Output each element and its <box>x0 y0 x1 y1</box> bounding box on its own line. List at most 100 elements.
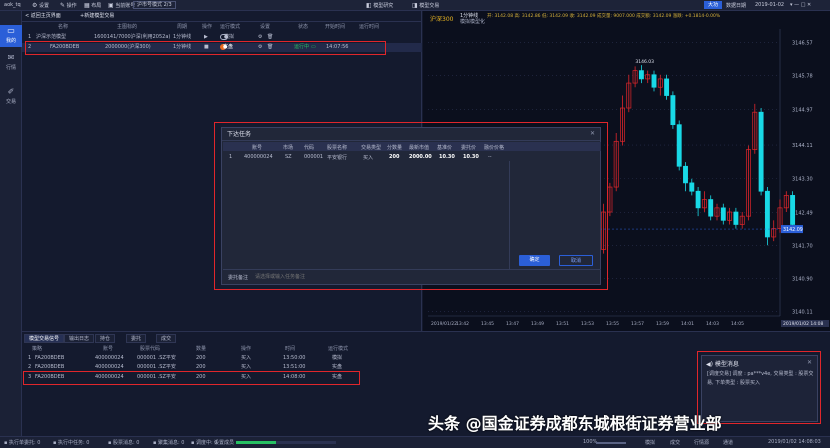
x-tick-label: 14:01 <box>681 321 694 327</box>
status-label: 股票消息: 0 <box>112 440 140 446</box>
status-clock: 2019/01/02 14:08:03 <box>768 439 821 445</box>
tab-signals[interactable]: 模型交易信号 <box>24 334 65 343</box>
candle-body <box>790 195 796 225</box>
y-tick-label: 3140.11 <box>792 309 813 315</box>
mode-select[interactable]: 沪市号模式 2/3 <box>133 1 176 9</box>
col-setting: 设置 <box>260 24 271 30</box>
edit-icon: ✎ <box>60 2 66 9</box>
tab-log[interactable]: 输出日志 <box>64 334 95 343</box>
nav-my[interactable]: ▭ 我的 <box>0 25 22 47</box>
layout-icon: ▦ <box>84 2 90 9</box>
status-market-source: 行情源 <box>694 440 710 446</box>
square-icon: ▪ <box>153 440 157 446</box>
highlight-box <box>25 41 386 55</box>
square-icon: ▪ <box>108 440 112 446</box>
window-controls[interactable]: ▾ — □ ✕ <box>790 2 811 8</box>
model-research-label: 模型研究 <box>373 3 394 9</box>
chart-icon: ✉ <box>7 53 15 62</box>
back-button[interactable]: < 返回主页界面 <box>25 12 61 21</box>
b-strategy: FA200BDEB <box>35 355 65 361</box>
col-mode: 运行模式 <box>220 24 241 30</box>
candle-body <box>670 95 676 126</box>
nav-my-label: 我的 <box>5 38 16 44</box>
col-name: 名称 <box>58 24 69 30</box>
x-tick-label: 13:55 <box>606 321 619 327</box>
operate-menu[interactable]: ✎ 操作 <box>60 2 77 9</box>
zoom-slider[interactable] <box>596 442 626 444</box>
trade-tab-icon: ◨ <box>412 2 418 9</box>
chart-ohlc-info: 开: 3142.08 高: 3142.86 低: 3142.09 收: 3142… <box>487 14 721 19</box>
col-status: 状态 <box>298 24 309 30</box>
x-tick-label: 13:51 <box>556 321 569 327</box>
dialog-highlight-box <box>214 122 608 290</box>
status-label: 执行中任务: 0 <box>57 440 90 446</box>
watermark-text: 头条 @国金证券成都东城根街证券营业部 <box>428 414 722 433</box>
x-tick-label: 13:42 <box>456 321 469 327</box>
status-item[interactable]: ▪ 执行单委托: 0 <box>4 439 40 446</box>
b-qty: 200 <box>196 355 206 361</box>
chart-sub: 模拟模型化 <box>460 19 486 25</box>
x-tick-label: 13:45 <box>481 321 494 327</box>
tab-orders[interactable]: 委托 <box>126 334 147 343</box>
settings-label: 设置 <box>38 3 49 9</box>
y-tick-label: 3144.97 <box>792 107 813 113</box>
peak-label: 3146.03 <box>635 59 654 65</box>
bcol-mode: 运行模式 <box>328 346 349 352</box>
settings-menu[interactable]: ⚙ 设置 <box>32 2 49 9</box>
layout-menu[interactable]: ▦ 布局 <box>84 2 101 9</box>
col-op: 操作 <box>202 24 213 30</box>
status-item[interactable]: ▪ 聚集消息: 0 <box>153 439 184 446</box>
y-tick-label: 3144.11 <box>792 143 813 149</box>
x-tick-label: 14:05 <box>731 321 744 327</box>
nav-trade[interactable]: ✐ 交易 <box>0 86 22 108</box>
candle-body <box>764 190 770 238</box>
candle-body <box>733 211 739 225</box>
y-tick-label: 3143.30 <box>792 177 813 183</box>
status-item[interactable]: ▪ 股票消息: 0 <box>108 439 139 446</box>
nav-trade-label: 交易 <box>5 99 16 105</box>
new-model-button[interactable]: +新建模型交易 <box>80 12 114 21</box>
x-tick-label: 13:47 <box>506 321 519 327</box>
status-mode: 模拟 <box>645 440 656 446</box>
tab-deals[interactable]: 成交 <box>156 334 177 343</box>
model-trade-tab[interactable]: ◨ 模型交易 <box>412 2 439 9</box>
x-tick-label: 13:59 <box>656 321 669 327</box>
trade-icon: ✐ <box>7 87 15 96</box>
b-mode: 模拟 <box>332 355 343 361</box>
y-tick-label: 3140.90 <box>792 277 813 283</box>
col-period: 周期 <box>177 24 188 30</box>
candle-body <box>695 190 701 209</box>
date-value[interactable]: 2019-01-02 <box>755 2 784 8</box>
candle-body <box>651 74 657 88</box>
model-trade-label: 模型交易 <box>419 3 440 9</box>
status-bar: ▪ 执行单委托: 0 ▪ 执行中任务: 0 ▪ 股票消息: 0 ▪ 聚集消息: … <box>0 436 830 448</box>
operate-label: 操作 <box>66 3 77 9</box>
b-op: 买入 <box>241 355 252 361</box>
candle-body <box>708 199 714 217</box>
bcol-qty: 数量 <box>196 346 207 352</box>
tab-position[interactable]: 持仓 <box>95 334 116 343</box>
status-item[interactable]: 设置成员 <box>214 439 234 446</box>
candle-body <box>758 111 764 192</box>
x-tick-label: 13:57 <box>631 321 644 327</box>
candle-body <box>683 165 688 184</box>
x-tick-label: 2019/01/22 <box>431 321 457 327</box>
bcol-code: 股票代码 <box>140 346 161 352</box>
status-item[interactable]: ▪ 执行中任务: 0 <box>53 439 89 446</box>
account-menu[interactable]: ▣ 当前账号 <box>108 2 135 9</box>
bcol-time: 时间 <box>285 346 296 352</box>
b-idx: 1 <box>28 355 32 361</box>
b-time: 13:50:00 <box>283 355 306 361</box>
gear-icon: ⚙ <box>32 2 38 9</box>
list-header: 名称 主图标的 周期 操作 运行模式 设置 状态 开始时间 运行时间 <box>22 23 422 32</box>
candle-body <box>676 124 682 167</box>
status-label: 聚集消息: 0 <box>157 440 185 446</box>
nav-market[interactable]: ✉ 行情 <box>0 52 22 74</box>
last-price-label: 3142.09 <box>783 227 803 233</box>
model-research-tab[interactable]: ◧ 模型研究 <box>366 2 393 9</box>
mode-toggle[interactable]: ● 模拟 <box>220 34 234 40</box>
progress-bar <box>236 441 336 444</box>
title-button[interactable]: 大功 <box>704 1 723 9</box>
col-run: 运行时间 <box>359 24 380 30</box>
col-start: 开始时间 <box>325 24 346 30</box>
